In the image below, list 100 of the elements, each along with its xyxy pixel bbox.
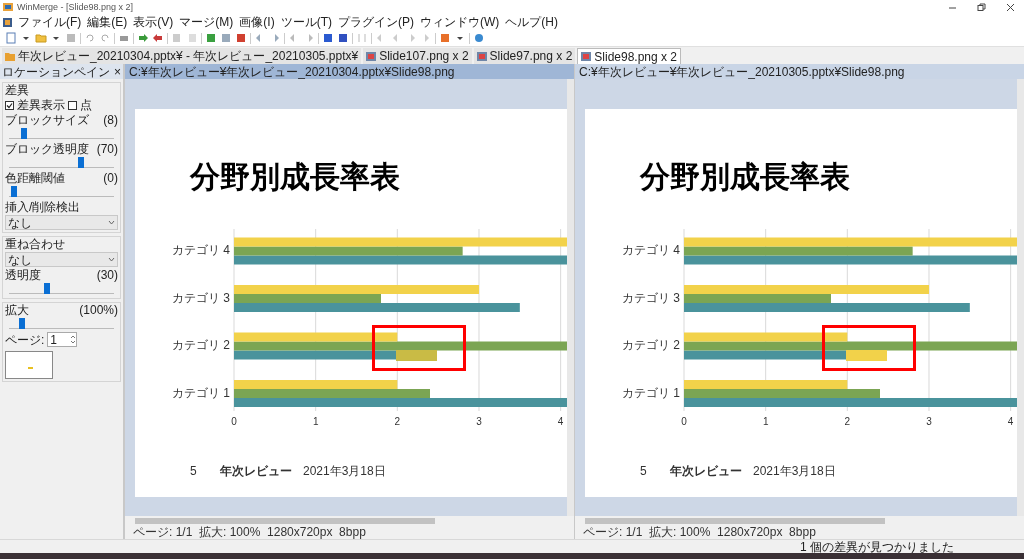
close-icon[interactable] (1006, 2, 1015, 12)
category-label: カテゴリ 2 (172, 338, 230, 352)
axis-tick-label: 3 (926, 416, 932, 427)
app-icon (3, 2, 13, 12)
category-label: カテゴリ 3 (622, 290, 680, 305)
slider-label: ブロックサイズ (5, 113, 89, 127)
slider-track[interactable] (9, 128, 114, 139)
menu-item[interactable]: ファイル(F) (18, 15, 82, 29)
slider-value: (100%) (79, 303, 118, 317)
slide-title: 分野別成長率表 (190, 159, 401, 195)
slider-value: (70) (96, 142, 118, 156)
caret-icon (108, 257, 115, 262)
vertical-scrollbar[interactable] (567, 79, 574, 516)
slider-thumb[interactable] (20, 128, 27, 139)
pane-header[interactable]: C:¥年次レビュー¥年次レビュー_20210305.pptx¥Slide98.png (575, 64, 1024, 79)
page-field[interactable]: 1 (47, 332, 78, 347)
group-title: 差異 (5, 83, 30, 97)
menu-item[interactable]: ウィンドウ(W) (420, 15, 500, 29)
field-label: 挿入/削除検出 (5, 200, 82, 214)
slider-thumb[interactable] (43, 283, 50, 294)
axis-tick-label: 0 (681, 416, 687, 427)
category-label: カテゴリ 1 (172, 385, 230, 400)
caret-icon (108, 220, 115, 225)
page-number: 5 (190, 465, 198, 477)
axis-tick-label: 4 (557, 416, 564, 427)
pane-status: ページ: 1/1 拡大: 100% 1280x720px 8bpp (132, 525, 367, 539)
slider-label: 透明度 (5, 268, 41, 282)
menu-item[interactable]: プラグイン(P) (338, 15, 414, 29)
status-message: 1 個の差異が見つかりました (800, 540, 955, 553)
folder-icon (5, 51, 15, 61)
square-icon[interactable] (205, 32, 217, 44)
footer-date: 2021年3月18日 (753, 465, 836, 477)
slide-title: 分野別成長率表 (640, 159, 851, 195)
field-label: ページ: (5, 332, 45, 347)
redo-icon[interactable] (99, 32, 111, 44)
checkbox[interactable] (5, 100, 14, 110)
dropdown[interactable]: なし (5, 215, 118, 230)
checkbox-label: 点 (80, 98, 92, 112)
slider-track[interactable] (9, 318, 114, 329)
arrow-icon[interactable] (152, 32, 164, 44)
slider-value: (8) (103, 113, 118, 127)
group-title: 重ね合わせ (5, 237, 66, 251)
menu-item[interactable]: マージ(M) (179, 15, 234, 29)
slider-track[interactable] (9, 186, 114, 197)
tab[interactable]: Slide98.png x 2 (577, 48, 682, 64)
axis-tick-label: 1 (762, 416, 769, 427)
category-label: カテゴリ 4 (622, 243, 680, 257)
slider-thumb[interactable] (10, 186, 17, 197)
category-label: カテゴリ 3 (172, 290, 230, 305)
footer-text: 年次レビュー (670, 465, 743, 477)
category-label: カテゴリ 1 (622, 385, 680, 400)
menu-item[interactable]: ツール(T) (280, 15, 332, 29)
slider-track[interactable] (9, 157, 114, 168)
tab[interactable]: 年次レビュー_20210304.pptx¥ - 年次レビュー_20210305.pptx¥ (2, 48, 362, 64)
axis-tick-label: 2 (844, 416, 851, 427)
axis-tick-label: 1 (312, 416, 319, 427)
slider-thumb[interactable] (78, 157, 85, 168)
page-number: 5 (640, 465, 648, 477)
tab[interactable]: Slide107.png x 2 (363, 48, 472, 64)
pane-title: ロケーションペイン (2, 65, 110, 78)
footer-date: 2021年3月18日 (303, 465, 386, 477)
image-icon (581, 52, 592, 61)
slider-label: ブロック透明度 (5, 142, 89, 156)
window-title: WinMerge - [Slide98.png x 2] (17, 2, 134, 12)
menu-item[interactable]: 編集(E) (87, 15, 128, 29)
diff-patch (396, 350, 437, 361)
restore-icon[interactable] (977, 2, 986, 12)
dropdown[interactable]: なし (5, 252, 118, 267)
slider-value: (30) (96, 268, 118, 282)
axis-tick-label: 4 (1007, 416, 1014, 427)
pane-status: ページ: 1/1 拡大: 100% 1280x720px 8bpp (582, 525, 817, 539)
footer-text: 年次レビュー (220, 465, 293, 477)
square-icon[interactable] (322, 32, 334, 44)
square-icon[interactable] (235, 32, 247, 44)
image-icon (476, 51, 487, 61)
slider-value: (0) (103, 171, 118, 185)
axis-tick-label: 2 (394, 416, 401, 427)
spin-arrows-icon[interactable] (70, 334, 77, 345)
slider-thumb[interactable] (18, 318, 25, 329)
tab[interactable]: Slide97.png x 2 (473, 48, 576, 64)
slider-track[interactable] (9, 283, 114, 294)
category-label: カテゴリ 4 (172, 243, 230, 257)
menu-item[interactable]: 表示(V) (133, 15, 174, 29)
axis-tick-label: 0 (231, 416, 237, 427)
checkbox-label: 差異表示 (17, 98, 65, 112)
vertical-scrollbar[interactable] (1017, 79, 1024, 516)
menu-item[interactable]: ヘルプ(H) (505, 15, 558, 29)
undo-icon[interactable] (84, 32, 96, 44)
image-icon (366, 51, 377, 61)
category-label: カテゴリ 2 (622, 338, 680, 352)
slider-label: 拡大 (5, 303, 29, 317)
close-button[interactable]: × (114, 65, 121, 78)
diff-patch (846, 350, 887, 361)
menu-item[interactable]: 画像(I) (239, 15, 275, 29)
square-icon[interactable] (337, 32, 349, 44)
arrow-icon[interactable] (137, 32, 149, 44)
axis-tick-label: 3 (476, 416, 482, 427)
checkbox[interactable] (68, 100, 77, 110)
thumbnail (5, 351, 53, 379)
pane-header[interactable]: C:¥年次レビュー¥年次レビュー_20210304.pptx¥Slide98.png (125, 64, 574, 79)
